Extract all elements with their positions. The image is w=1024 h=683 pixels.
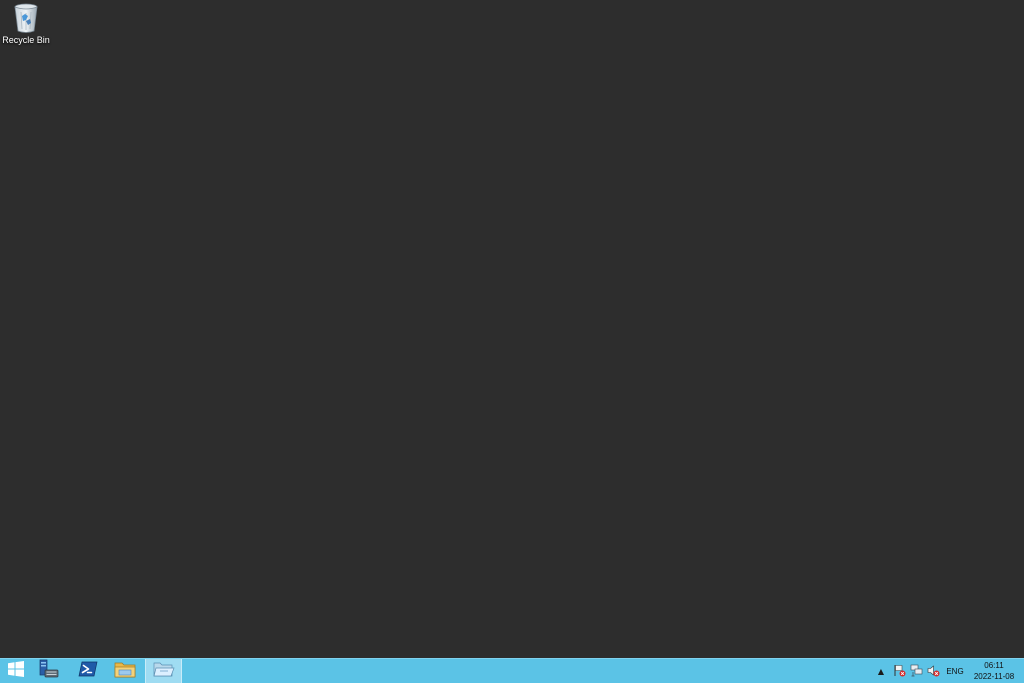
start-button[interactable]: [0, 659, 31, 683]
windows-start-icon: [7, 661, 24, 681]
network-icon: [910, 662, 923, 681]
open-folder-button[interactable]: [145, 659, 182, 683]
clock[interactable]: 06:11 2022-11-08: [968, 660, 1020, 682]
show-hidden-icons-button[interactable]: ▲: [875, 659, 887, 683]
clock-date: 2022-11-08: [973, 672, 1015, 681]
clock-time: 06:11: [984, 661, 1004, 670]
recycle-bin-icon: [12, 2, 40, 34]
powershell-icon: [78, 661, 98, 681]
file-explorer-button[interactable]: [107, 659, 143, 683]
desktop-icon-label: Recycle Bin: [2, 35, 50, 45]
action-center-flag-icon: [893, 662, 906, 681]
powershell-button[interactable]: [70, 659, 106, 683]
taskbar: ▲ ENG 06:11 2022-11-08: [0, 658, 1024, 683]
chevron-up-icon: ▲: [877, 666, 885, 676]
volume-icon: [927, 662, 940, 681]
volume-button[interactable]: [926, 659, 940, 683]
open-folder-icon: [153, 660, 175, 682]
input-language-indicator[interactable]: ENG: [944, 659, 966, 683]
file-explorer-icon: [114, 659, 136, 683]
network-button[interactable]: [909, 659, 923, 683]
desktop[interactable]: Recycle Bin: [0, 0, 1024, 658]
desktop-icon-recycle-bin[interactable]: Recycle Bin: [2, 2, 50, 52]
server-manager-button[interactable]: [32, 659, 66, 683]
server-manager-icon: [38, 659, 60, 683]
action-center-button[interactable]: [892, 659, 906, 683]
